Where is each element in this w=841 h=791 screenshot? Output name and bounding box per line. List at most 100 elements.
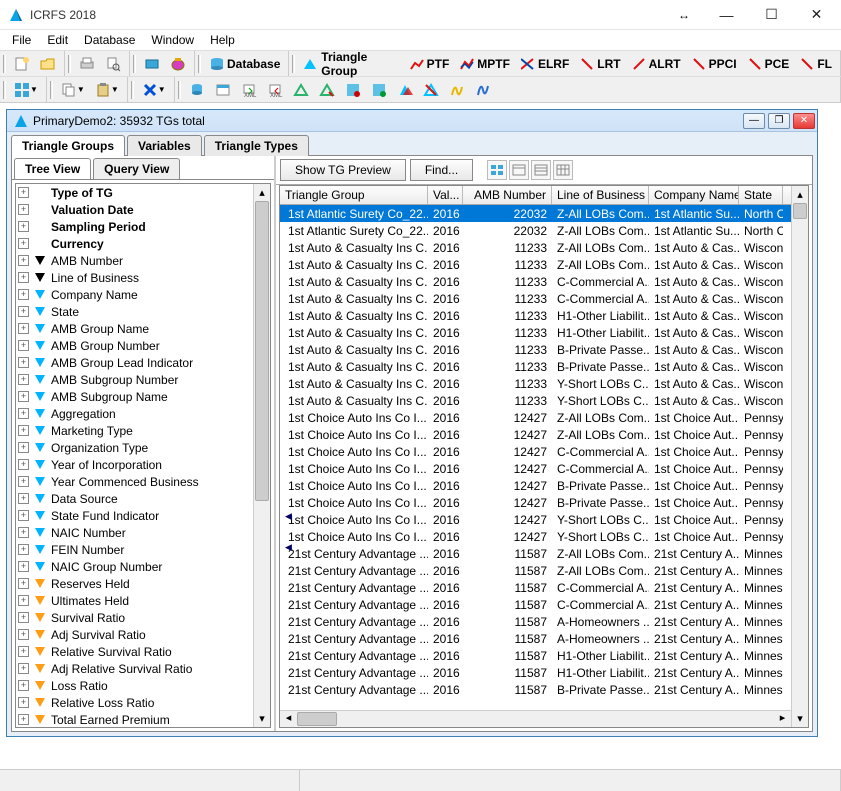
expand-icon[interactable]: + [18,425,29,436]
view-mode-icon-3[interactable] [531,160,551,180]
expand-icon[interactable]: + [18,510,29,521]
grid-row[interactable]: 1st Choice Auto Ins Co I... 2016 12427 C… [280,443,791,460]
icon-btn-a[interactable] [140,53,164,75]
print-button[interactable] [75,53,99,75]
tree-item[interactable]: + Adj Relative Survival Ratio [16,660,270,677]
expand-icon[interactable]: + [18,714,29,725]
grid-row[interactable]: 21st Century Advantage ... 2016 11587 H1… [280,647,791,664]
grid-row[interactable]: 1st Auto & Casualty Ins C... 2016 11233 … [280,341,791,358]
tree-item[interactable]: + State [16,303,270,320]
maximize-button[interactable]: ☐ [749,0,794,29]
tab-query-view[interactable]: Query View [93,158,180,179]
expand-icon[interactable]: + [18,323,29,334]
menu-file[interactable]: File [4,31,39,49]
preview-button[interactable] [101,53,125,75]
view-mode-icon-2[interactable] [509,160,529,180]
tree-item[interactable]: + AMB Number [16,252,270,269]
new-button[interactable] [10,53,34,75]
tree-item[interactable]: + Organization Type [16,439,270,456]
tool-a[interactable] [289,79,313,101]
tree-item[interactable]: + NAIC Number [16,524,270,541]
tree-item[interactable]: + Marketing Type [16,422,270,439]
grid-row[interactable]: 1st Choice Auto Ins Co I... 2016 12427 Y… [280,511,791,528]
expand-icon[interactable]: + [18,663,29,674]
view-mode-icon-4[interactable] [553,160,573,180]
expand-icon[interactable]: + [18,357,29,368]
grid-row[interactable]: 21st Century Advantage ... 2016 11587 C-… [280,596,791,613]
expand-icon[interactable]: + [18,561,29,572]
grid-row[interactable]: 21st Century Advantage ... 2016 11587 Z-… [280,562,791,579]
menu-edit[interactable]: Edit [39,31,76,49]
header-amb[interactable]: AMB Number [463,186,552,204]
grid-row[interactable]: 1st Auto & Casualty Ins C... 2016 11233 … [280,324,791,341]
icon-btn-b[interactable] [166,53,190,75]
hscroll-thumb[interactable] [297,712,337,726]
lrt-tab[interactable]: LRT [575,53,624,75]
find-button[interactable]: Find... [410,159,473,181]
grid-row[interactable]: 1st Atlantic Surety Co_22... 2016 22032 … [280,205,791,222]
tab-variables[interactable]: Variables [127,135,202,156]
expand-icon[interactable]: + [18,204,29,215]
tree-item[interactable]: + AMB Group Name [16,320,270,337]
grid-row[interactable]: 21st Century Advantage ... 2016 11587 Z-… [280,545,791,562]
grid-row[interactable]: 1st Auto & Casualty Ins C... 2016 11233 … [280,256,791,273]
tree-item[interactable]: + Ultimates Held [16,592,270,609]
scroll-right[interactable]: ▸ [774,711,791,727]
mdi-minimize[interactable]: — [743,113,765,129]
expand-icon[interactable]: + [18,272,29,283]
expand-icon[interactable]: + [18,442,29,453]
tree-item[interactable]: + Adj Survival Ratio [16,626,270,643]
tab-tree-view[interactable]: Tree View [14,158,91,179]
tree-item[interactable]: + Loss Ratio [16,677,270,694]
show-tg-preview-button[interactable]: Show TG Preview [280,159,406,181]
grid-header[interactable]: Triangle Group Val... AMB Number Line of… [280,186,808,205]
tree-item[interactable]: + Line of Business [16,269,270,286]
tree-view[interactable]: + Type of TG + Valuation Date + Sampling… [15,183,271,728]
expand-icon[interactable]: + [18,544,29,555]
minimize-button[interactable]: — [704,0,749,29]
tree-item[interactable]: + AMB Group Number [16,337,270,354]
menu-help[interactable]: Help [202,31,243,49]
grid-row[interactable]: 21st Century Advantage ... 2016 11587 B-… [280,681,791,698]
tree-item[interactable]: + NAIC Group Number [16,558,270,575]
header-company[interactable]: Company Name [649,186,739,204]
expand-icon[interactable]: + [18,476,29,487]
scroll-up[interactable]: ▴ [792,186,808,203]
mdi-maximize[interactable]: ❐ [768,113,790,129]
grid-row[interactable]: 1st Choice Auto Ins Co I... 2016 12427 Z… [280,426,791,443]
tree-item[interactable]: + Data Source [16,490,270,507]
grid-row[interactable]: 1st Choice Auto Ins Co I... 2016 12427 Y… [280,528,791,545]
expand-icon[interactable]: + [18,646,29,657]
grid-row[interactable]: 21st Century Advantage ... 2016 11587 A-… [280,613,791,630]
tab-triangle-types[interactable]: Triangle Types [204,135,309,156]
view-mode-icon-1[interactable] [487,160,507,180]
paste-dropdown[interactable]: ▼ [91,79,123,101]
tree-item[interactable]: + Type of TG [16,184,270,201]
scroll-down[interactable]: ▾ [792,710,808,727]
tree-item[interactable]: + Relative Survival Ratio [16,643,270,660]
close-button[interactable]: ✕ [794,0,839,29]
grid-row[interactable]: 1st Auto & Casualty Ins C... 2016 11233 … [280,290,791,307]
tree-item[interactable]: + Valuation Date [16,201,270,218]
open-button[interactable] [36,53,60,75]
expand-icon[interactable]: + [18,459,29,470]
tool-f[interactable] [419,79,443,101]
tool-g[interactable] [445,79,469,101]
grid-row[interactable]: 1st Choice Auto Ins Co I... 2016 12427 C… [280,460,791,477]
triangle-group-tab[interactable]: Triangle Group [299,53,402,75]
tree-item[interactable]: + Total Earned Premium [16,711,270,728]
grid-body[interactable]: 1st Atlantic Surety Co_22... 2016 22032 … [280,205,791,710]
grid-row[interactable]: 1st Choice Auto Ins Co I... 2016 12427 B… [280,477,791,494]
grid-row[interactable]: 1st Auto & Casualty Ins C... 2016 11233 … [280,273,791,290]
delete-dropdown[interactable]: ▼ [138,79,170,101]
expand-icon[interactable]: + [18,578,29,589]
elrf-tab[interactable]: ELRF [516,53,573,75]
grid-row[interactable]: 1st Atlantic Surety Co_22... 2016 22032 … [280,222,791,239]
expand-icon[interactable]: + [18,595,29,606]
expand-icon[interactable]: + [18,493,29,504]
expand-icon[interactable]: + [18,680,29,691]
tree-item[interactable]: + Company Name [16,286,270,303]
grid-row[interactable]: 1st Choice Auto Ins Co I... 2016 12427 B… [280,494,791,511]
expand-icon[interactable]: + [18,527,29,538]
tool-e[interactable] [393,79,417,101]
